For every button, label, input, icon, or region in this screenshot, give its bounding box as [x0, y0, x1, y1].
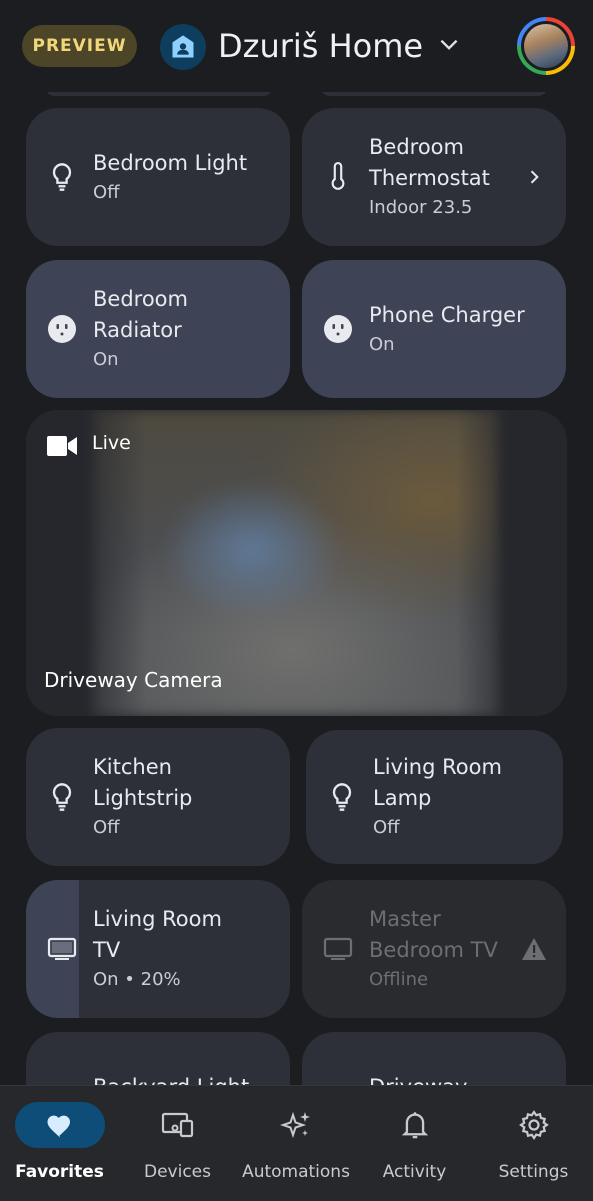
chevron-down-icon[interactable]	[436, 32, 462, 58]
device-status: Indoor 23.5	[369, 197, 473, 218]
nav-automations[interactable]: Automations	[241, 1086, 351, 1201]
tile-text: Bedroom Thermostat Indoor 23.5	[369, 132, 526, 222]
tile-living-room-tv[interactable]: Living Room TV On • 20%	[26, 880, 290, 1018]
device-name: Kitchen Lightstrip	[93, 755, 193, 810]
camera-fade	[457, 410, 567, 716]
tile-text: Kitchen Lightstrip Off	[93, 752, 250, 842]
tv-icon	[322, 933, 354, 965]
chevron-right-icon[interactable]	[524, 166, 544, 188]
nav-activity[interactable]: Activity	[369, 1086, 460, 1201]
avatar[interactable]	[517, 17, 575, 75]
device-name: Bedroom Radiator	[93, 287, 188, 342]
gear-icon	[489, 1102, 579, 1148]
device-status: On	[93, 349, 119, 370]
device-name: Bedroom Light	[93, 151, 248, 175]
lightbulb-icon	[46, 781, 78, 813]
device-name: Bedroom Thermostat	[369, 135, 490, 190]
lightbulb-icon	[46, 161, 78, 193]
device-name: Living Room TV	[93, 907, 222, 962]
device-name: Living Room Lamp	[373, 755, 502, 810]
tile-text: Bedroom Light Off	[93, 148, 250, 207]
device-status: Off	[93, 182, 120, 203]
nav-label: Automations	[242, 1162, 350, 1182]
tile-kitchen-lightstrip[interactable]: Kitchen Lightstrip Off	[26, 728, 290, 866]
lightbulb-icon	[326, 781, 358, 813]
nav-favorites[interactable]: Favorites	[14, 1086, 105, 1201]
device-name: Master Bedroom TV	[369, 907, 498, 962]
tile-master-bedroom-tv[interactable]: Master Bedroom TV Offline	[302, 880, 566, 1018]
avatar-ring	[521, 21, 571, 71]
nav-label: Settings	[498, 1162, 569, 1182]
nav-settings[interactable]: Settings	[488, 1086, 579, 1201]
device-name: Phone Charger	[369, 303, 525, 327]
camera-name: Driveway Camera	[44, 668, 223, 692]
nav-label: Devices	[144, 1162, 211, 1182]
tile-text: Bedroom Radiator On	[93, 284, 250, 374]
preview-badge[interactable]: PREVIEW	[22, 25, 137, 67]
tile-text: Master Bedroom TV Offline	[369, 904, 526, 994]
thermometer-icon	[322, 161, 354, 193]
bell-icon	[370, 1102, 460, 1148]
home-name[interactable]: Dzuriš Home	[218, 24, 423, 68]
sparkle-icon	[251, 1102, 341, 1148]
camera-tile-driveway[interactable]: Live Driveway Camera	[26, 410, 567, 716]
app-header: PREVIEW Dzuriš Home	[0, 0, 593, 92]
home-person-icon[interactable]	[160, 24, 206, 70]
bottom-navigation: Favorites Devices Automations Activity S…	[0, 1085, 593, 1201]
tile-text: Phone Charger On	[369, 300, 526, 359]
heart-icon	[14, 1102, 105, 1148]
nav-label: Favorites	[15, 1162, 104, 1182]
avatar-photo	[524, 24, 568, 68]
tile-bedroom-light[interactable]: Bedroom Light Off	[26, 108, 290, 246]
device-status: On	[369, 334, 395, 355]
warning-icon	[522, 938, 546, 960]
video-camera-icon	[47, 436, 77, 456]
tile-text: Living Room Lamp Off	[373, 752, 523, 842]
device-status: Off	[93, 817, 120, 838]
tile-text: Living Room TV On • 20%	[93, 904, 250, 994]
device-status: On • 20%	[93, 969, 181, 990]
devices-icon	[133, 1102, 223, 1148]
tile-bedroom-radiator[interactable]: Bedroom Radiator On	[26, 260, 290, 398]
device-status: Off	[373, 817, 400, 838]
tile-phone-charger[interactable]: Phone Charger On	[302, 260, 566, 398]
device-status: Offline	[369, 969, 429, 990]
tv-icon	[46, 933, 78, 965]
camera-live-label: Live	[92, 432, 131, 454]
tile-living-room-lamp[interactable]: Living Room Lamp Off	[306, 730, 563, 864]
nav-devices[interactable]: Devices	[132, 1086, 223, 1201]
outlet-icon	[322, 313, 354, 345]
outlet-icon	[46, 313, 78, 345]
tile-bedroom-thermostat[interactable]: Bedroom Thermostat Indoor 23.5	[302, 108, 566, 246]
nav-label: Activity	[382, 1162, 447, 1182]
